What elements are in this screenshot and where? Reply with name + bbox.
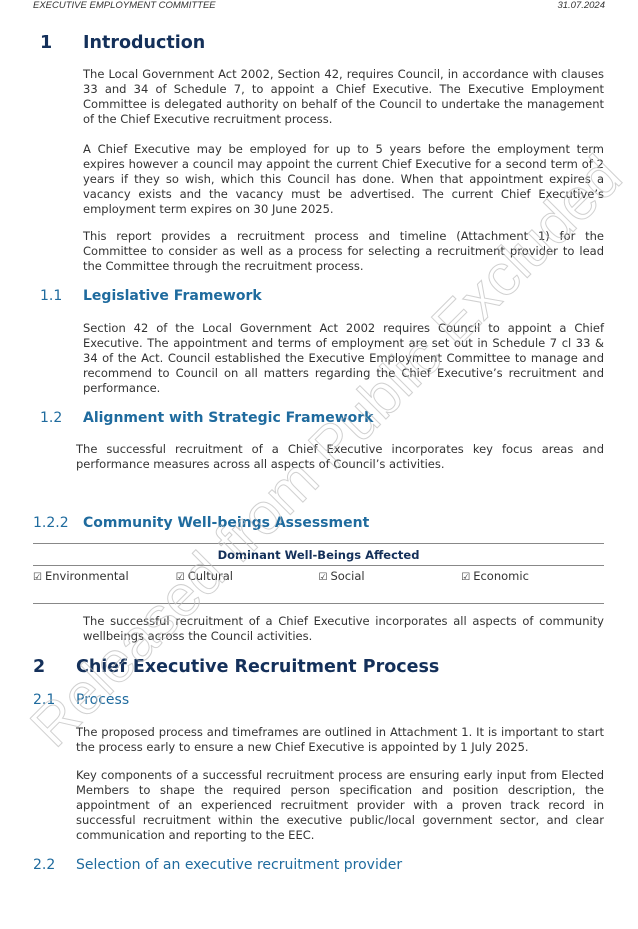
section-title: Chief Executive Recruitment Process [76, 657, 440, 677]
table-header: Dominant Well-Beings Affected [217, 548, 420, 562]
paragraph: Section 42 of the Local Government Act 2… [83, 321, 604, 395]
meeting-date: 31.07.2024 [557, 0, 605, 11]
section-number: 2.2 [33, 857, 56, 873]
table-row: ☑ Environmental ☑ Cultural ☑ Social ☑ Econom… [33, 566, 604, 603]
paragraph: A Chief Executive may be employed for up… [83, 142, 604, 216]
section-number: 1.2.2 [33, 515, 69, 531]
section-title: Legislative Framework [83, 288, 262, 304]
wellbeing-label: Social [330, 569, 365, 583]
checkbox-checked-icon[interactable]: ☑ [176, 572, 185, 583]
wellbeings-table: Dominant Well-Beings Affected ☑ Environme… [33, 543, 604, 604]
wellbeing-label: Economic [473, 569, 529, 583]
section-number: 2.1 [33, 692, 56, 708]
wellbeing-environmental[interactable]: ☑ Environmental [33, 569, 176, 603]
section-title: Selection of an executive recruitment pr… [76, 857, 403, 873]
paragraph: Key components of a successful recruitme… [76, 768, 604, 842]
heading-selection-provider: 2.2 Selection of an executive recruitment… [33, 857, 402, 873]
section-number: 2 [33, 657, 46, 677]
checkbox-checked-icon[interactable]: ☑ [319, 572, 328, 583]
section-title: Alignment with Strategic Framework [83, 410, 374, 426]
divider [33, 603, 604, 604]
heading-community-wellbeings: 1.2.2 Community Well-beings Assessment [33, 515, 369, 531]
wellbeing-social[interactable]: ☑ Social [319, 569, 462, 603]
heading-recruitment-process: 2 Chief Executive Recruitment Process [33, 657, 439, 677]
section-title: Introduction [83, 33, 206, 53]
section-number: 1 [40, 33, 53, 53]
paragraph: This report provides a recruitment proce… [83, 229, 604, 273]
wellbeing-economic[interactable]: ☑ Economic [461, 569, 604, 603]
section-title: Community Well-beings Assessment [83, 515, 370, 531]
wellbeing-label: Environmental [44, 569, 129, 583]
paragraph: The successful recruitment of a Chief Ex… [76, 442, 604, 471]
section-number: 1.2 [40, 410, 63, 426]
checkbox-checked-icon[interactable]: ☑ [33, 572, 42, 583]
heading-strategic-framework: 1.2 Alignment with Strategic Framework [40, 410, 373, 426]
heading-legislative-framework: 1.1 Legislative Framework [40, 288, 262, 304]
paragraph: The proposed process and timeframes are … [76, 725, 604, 754]
paragraph: The Local Government Act 2002, Section 4… [83, 67, 604, 126]
wellbeing-label: Cultural [187, 569, 233, 583]
committee-name: EXECUTIVE EMPLOYMENT COMMITTEE [33, 0, 216, 11]
paragraph: The successful recruitment of a Chief Ex… [83, 614, 604, 643]
section-title: Process [76, 692, 130, 708]
wellbeing-cultural[interactable]: ☑ Cultural [176, 569, 319, 603]
page-header: EXECUTIVE EMPLOYMENT COMMITTEE 31.07.202… [33, 0, 605, 14]
heading-process: 2.1 Process [33, 692, 129, 708]
section-number: 1.1 [40, 288, 63, 304]
checkbox-checked-icon[interactable]: ☑ [461, 572, 470, 583]
heading-introduction: 1 Introduction [40, 33, 205, 53]
